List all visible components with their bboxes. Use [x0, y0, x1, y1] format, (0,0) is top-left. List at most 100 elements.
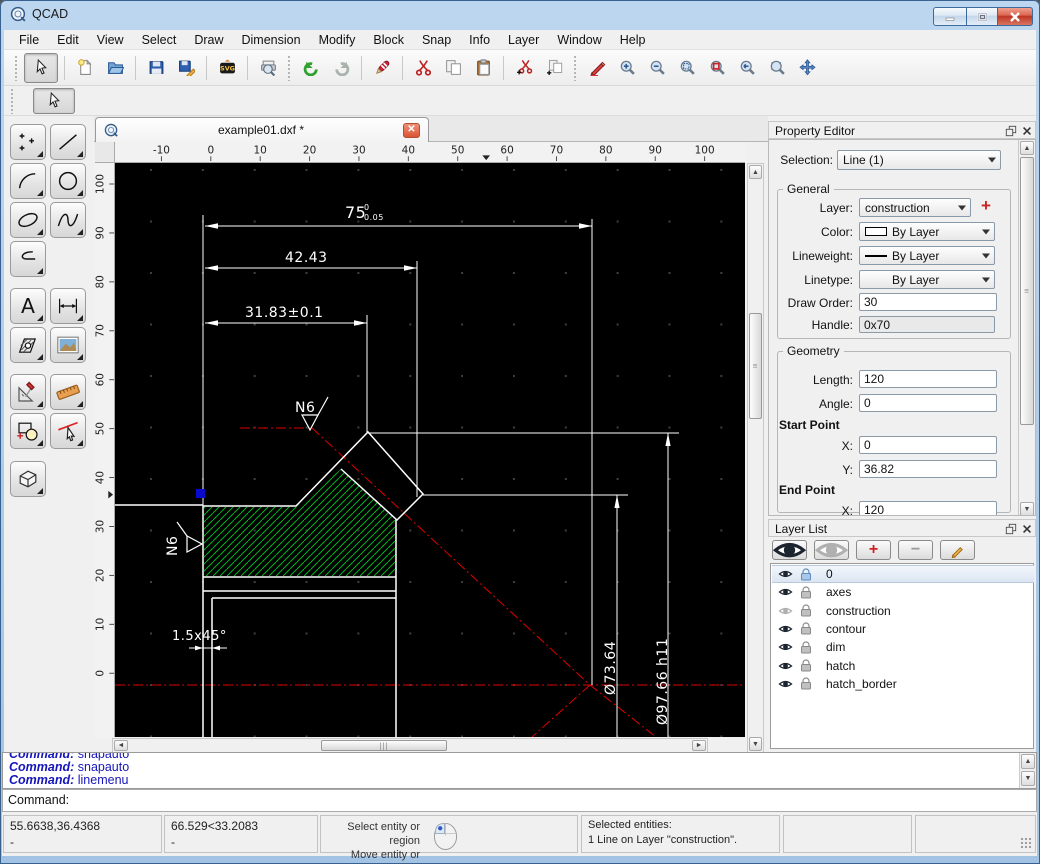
zoom-in-button[interactable]	[613, 54, 641, 82]
layer-row-axes[interactable]: axes	[772, 583, 1034, 601]
undo-button[interactable]	[297, 54, 325, 82]
save-button[interactable]	[142, 54, 170, 82]
pan-button[interactable]	[793, 54, 821, 82]
float-panel-icon[interactable]	[1005, 125, 1017, 137]
toolbar-grip[interactable]	[10, 88, 15, 114]
print-preview-button[interactable]	[254, 54, 282, 82]
color-combo[interactable]: By Layer	[859, 222, 995, 241]
start-y-input[interactable]	[859, 460, 997, 478]
layer-row-0[interactable]: 0	[772, 565, 1034, 583]
add-layer-button[interactable]: +	[977, 197, 995, 215]
cut-button[interactable]	[409, 54, 437, 82]
selection-reference-point[interactable]	[196, 489, 205, 498]
menu-modify[interactable]: Modify	[310, 31, 365, 49]
zoom-previous-button[interactable]	[733, 54, 761, 82]
dim-4243-text[interactable]: 42.43	[285, 250, 328, 266]
menu-dimension[interactable]: Dimension	[233, 31, 310, 49]
tool-line-button[interactable]	[50, 124, 86, 160]
property-scroll-down[interactable]: ▼	[1020, 502, 1034, 516]
copy-ref-button[interactable]	[540, 54, 568, 82]
layer-list-titlebar[interactable]: Layer List	[768, 519, 1036, 537]
layer-visibility-icon[interactable]	[777, 586, 794, 598]
history-scroll-up[interactable]: ▲	[1021, 754, 1035, 769]
menu-layer[interactable]: Layer	[499, 31, 548, 49]
toolbar-grip[interactable]	[573, 55, 578, 81]
select-tool-button[interactable]	[33, 88, 75, 114]
minimize-button[interactable]	[933, 7, 967, 26]
layer-visibility-icon[interactable]	[777, 623, 794, 635]
add-layer-button[interactable]: +	[856, 540, 891, 560]
v-scrollbar[interactable]: ▲ ▼ ≡	[747, 163, 764, 753]
tool-ellipse-button[interactable]	[10, 202, 46, 238]
cut-ref-button[interactable]	[510, 54, 538, 82]
layer-lock-icon[interactable]	[800, 604, 812, 617]
drawing-canvas[interactable]: 75 0 0.05 42.43 31.83±0.1 1.5x45° Ø73.64…	[115, 163, 745, 737]
svg-export-button[interactable]: SVG	[213, 54, 241, 82]
dim-dia1-text[interactable]: Ø73.64	[603, 641, 619, 695]
tool-measure-button[interactable]	[10, 374, 46, 410]
zoom-auto-button[interactable]	[673, 54, 701, 82]
lineweight-combo[interactable]: By Layer	[859, 246, 995, 265]
menu-block[interactable]: Block	[364, 31, 413, 49]
layer-lock-icon[interactable]	[800, 568, 812, 581]
tool-hatch-button[interactable]	[10, 327, 46, 363]
paste-button[interactable]	[469, 54, 497, 82]
layer-lock-icon[interactable]	[800, 622, 812, 635]
length-input[interactable]	[859, 370, 997, 388]
menu-window[interactable]: Window	[548, 31, 610, 49]
close-panel-icon[interactable]	[1021, 523, 1033, 535]
zoom-out-button[interactable]	[643, 54, 671, 82]
layer-lock-icon[interactable]	[800, 586, 812, 599]
linetype-combo[interactable]: By Layer	[859, 270, 995, 289]
dim-chamfer-text[interactable]: 1.5x45°	[172, 629, 227, 644]
draw-button[interactable]	[583, 54, 611, 82]
tool-block-button[interactable]	[10, 413, 46, 449]
history-scrollbar[interactable]: ▲ ▼	[1019, 753, 1036, 788]
dim-dia2-text[interactable]: Ø97.66 h11	[655, 638, 671, 725]
save-as-button[interactable]	[172, 54, 200, 82]
menu-snap[interactable]: Snap	[413, 31, 460, 49]
new-button[interactable]	[71, 54, 99, 82]
layer-visibility-icon[interactable]	[815, 536, 848, 564]
tool-arc-button[interactable]	[10, 163, 46, 199]
property-scroll-up[interactable]: ▲	[1020, 141, 1034, 155]
show-all-layers-button[interactable]	[772, 540, 807, 560]
zoom-selection-button[interactable]	[703, 54, 731, 82]
toolbar-grip[interactable]	[14, 55, 19, 81]
layer-lock-icon[interactable]	[800, 641, 812, 654]
menu-info[interactable]: Info	[460, 31, 499, 49]
layer-row-contour[interactable]: contour	[772, 620, 1034, 638]
property-editor-titlebar[interactable]: Property Editor	[768, 121, 1036, 139]
start-x-input[interactable]	[859, 436, 997, 454]
tool-spline-button[interactable]	[50, 202, 86, 238]
edit-layer-button[interactable]	[940, 540, 975, 560]
tool-polyline-button[interactable]	[10, 241, 46, 277]
tool-points-button[interactable]	[10, 124, 46, 160]
layer-visibility-icon[interactable]	[777, 678, 794, 690]
menu-draw[interactable]: Draw	[185, 31, 232, 49]
v-scroll-down-button[interactable]: ▼	[749, 737, 762, 751]
draworder-input[interactable]	[859, 293, 997, 311]
h-scrollbar[interactable]: ◄ ► |||	[112, 738, 708, 753]
layer-visibility-icon[interactable]	[777, 568, 794, 580]
layer-lock-icon[interactable]	[800, 659, 812, 672]
dim-3183-text[interactable]: 31.83±0.1	[245, 305, 324, 321]
layer-row-dim[interactable]: dim	[772, 638, 1034, 656]
property-scroll-thumb[interactable]: ≡	[1020, 157, 1034, 425]
float-panel-icon[interactable]	[1005, 523, 1017, 535]
layer-row-hatch_border[interactable]: hatch_border	[772, 675, 1034, 693]
menu-file[interactable]: File	[10, 31, 48, 49]
n6-left-text[interactable]: N6	[165, 536, 181, 556]
close-panel-icon[interactable]	[1021, 125, 1033, 137]
open-button[interactable]	[101, 54, 129, 82]
maximize-button[interactable]	[966, 7, 998, 26]
tool-modify-button[interactable]	[50, 413, 86, 449]
menu-help[interactable]: Help	[611, 31, 655, 49]
redo-button[interactable]	[327, 54, 355, 82]
hide-all-layers-button[interactable]	[814, 540, 849, 560]
tool-ruler-button[interactable]	[50, 374, 86, 410]
tab-close-button[interactable]: ✕	[403, 123, 420, 138]
command-input[interactable]: Command:	[2, 789, 1037, 812]
selection-combo[interactable]: Line (1)	[837, 150, 1001, 170]
zoom-window-button[interactable]	[763, 54, 791, 82]
